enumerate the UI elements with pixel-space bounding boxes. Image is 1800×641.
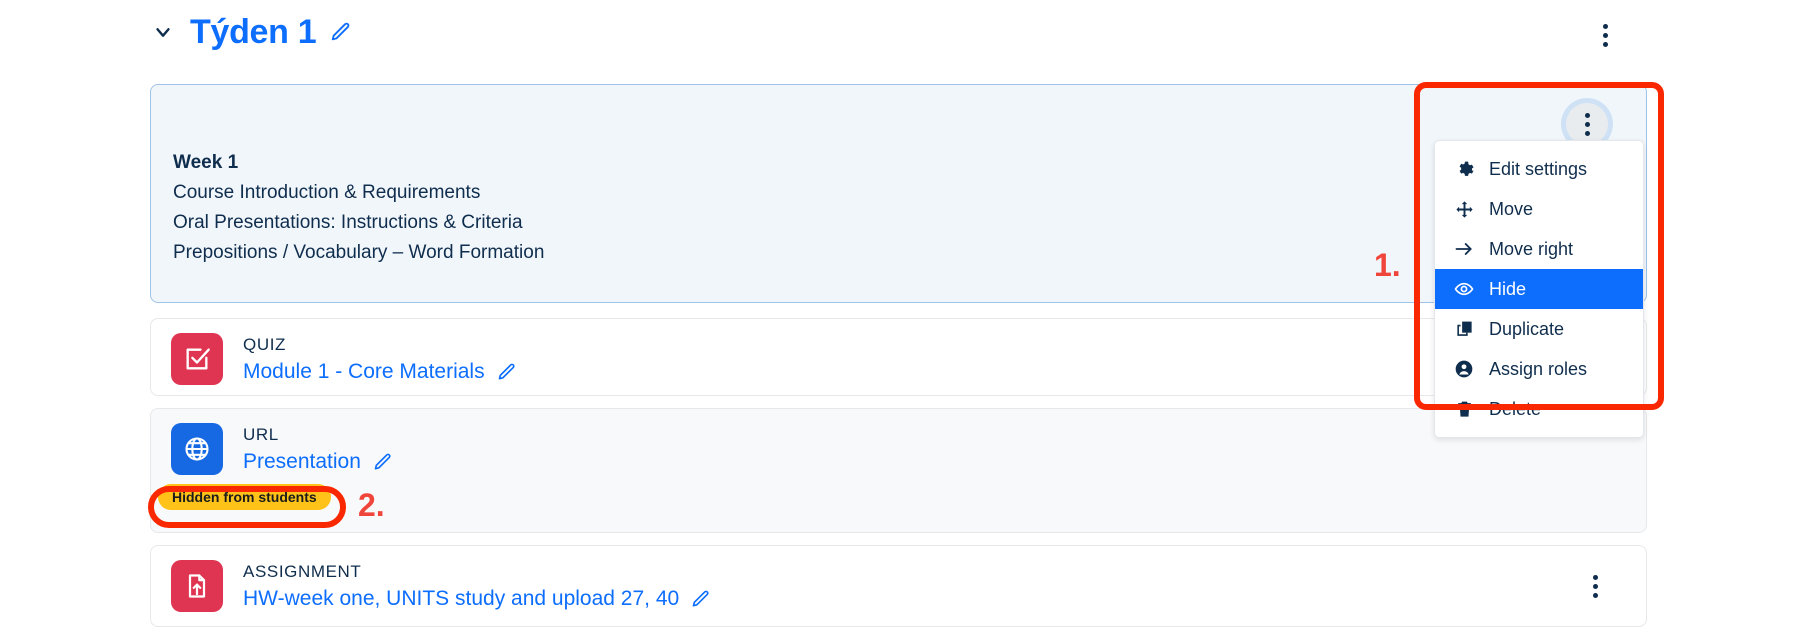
activity-content: URL Presentation xyxy=(171,423,393,476)
section-title[interactable]: Týden 1 xyxy=(190,15,317,49)
menu-item-move[interactable]: Move xyxy=(1435,189,1643,229)
section-summary-card: Week 1 Course Introduction & Requirement… xyxy=(150,84,1647,303)
activity-name-link[interactable]: Presentation xyxy=(243,448,361,476)
activity-text: ASSIGNMENT HW-week one, UNITS study and … xyxy=(243,560,711,613)
menu-item-label: Move xyxy=(1489,198,1534,219)
section-actions-dropdown[interactable]: Edit settings Move Move right Hide Dupli xyxy=(1434,140,1644,438)
globe-icon xyxy=(171,423,223,475)
pencil-icon[interactable] xyxy=(373,452,393,472)
summary-line: Course Introduction & Requirements xyxy=(173,182,481,203)
status-badge-hidden-from-students: Hidden from students xyxy=(158,484,331,510)
activity-name-row: Module 1 - Core Materials xyxy=(243,358,517,386)
activity-name-row: HW-week one, UNITS study and upload 27, … xyxy=(243,585,711,613)
activity-name-row: Presentation xyxy=(243,448,393,476)
kebab-menu-icon xyxy=(1584,112,1590,136)
activity-content: ASSIGNMENT HW-week one, UNITS study and … xyxy=(171,560,711,613)
summary-kebab-menu-button[interactable] xyxy=(1566,103,1608,145)
menu-item-label: Assign roles xyxy=(1489,358,1588,379)
menu-item-delete[interactable]: Delete xyxy=(1435,389,1643,429)
activity-kebab-menu-button[interactable] xyxy=(1578,569,1612,603)
summary-line: Oral Presentations: Instructions & Crite… xyxy=(173,212,523,233)
section-header: Týden 1 xyxy=(150,8,352,56)
annotation-number-1: 1. xyxy=(1374,247,1401,283)
assignment-upload-icon xyxy=(171,560,223,612)
person-icon xyxy=(1453,358,1475,380)
menu-item-label: Move right xyxy=(1489,238,1574,259)
menu-item-assign-roles[interactable]: Assign roles xyxy=(1435,349,1643,389)
activity-content: QUIZ Module 1 - Core Materials xyxy=(171,333,517,386)
course-section-page: Týden 1 Week 1 Course Introduction & Req… xyxy=(0,0,1800,641)
activity-card-quiz: QUIZ Module 1 - Core Materials xyxy=(150,318,1647,396)
menu-item-label: Delete xyxy=(1489,398,1542,419)
summary-line: Prepositions / Vocabulary – Word Formati… xyxy=(173,242,545,263)
menu-item-hide[interactable]: Hide xyxy=(1435,269,1643,309)
menu-item-move-right[interactable]: Move right xyxy=(1435,229,1643,269)
status-badge-wrap: Hidden from students xyxy=(158,484,331,510)
pencil-icon[interactable] xyxy=(330,21,352,43)
menu-item-label: Duplicate xyxy=(1489,318,1565,339)
arrow-right-icon xyxy=(1453,238,1475,260)
menu-item-label: Edit settings xyxy=(1489,158,1588,179)
activity-type-label: QUIZ xyxy=(243,335,287,354)
trash-icon xyxy=(1453,398,1475,420)
move-arrows-icon xyxy=(1453,198,1475,220)
section-summary-text: Week 1 Course Introduction & Requirement… xyxy=(173,148,544,268)
menu-item-label: Hide xyxy=(1489,278,1527,299)
activity-name-link[interactable]: Module 1 - Core Materials xyxy=(243,358,485,386)
gear-icon xyxy=(1453,158,1475,180)
activity-name-link[interactable]: HW-week one, UNITS study and upload 27, … xyxy=(243,585,679,613)
activity-type-label: URL xyxy=(243,425,279,444)
kebab-menu-icon xyxy=(1602,23,1608,47)
pencil-icon[interactable] xyxy=(691,589,711,609)
eye-icon xyxy=(1453,278,1475,300)
activity-text: URL Presentation xyxy=(243,423,393,476)
chevron-down-icon[interactable] xyxy=(150,19,176,45)
quiz-checkbox-icon xyxy=(171,333,223,385)
annotation-number-2: 2. xyxy=(358,487,385,523)
pencil-icon[interactable] xyxy=(497,362,517,382)
section-kebab-menu-icon[interactable] xyxy=(1588,18,1622,52)
copy-icon xyxy=(1453,318,1475,340)
summary-line: Week 1 xyxy=(173,152,239,173)
activity-type-label: ASSIGNMENT xyxy=(243,562,362,581)
kebab-menu-icon xyxy=(1592,574,1598,598)
menu-item-duplicate[interactable]: Duplicate xyxy=(1435,309,1643,349)
activity-card-assignment: ASSIGNMENT HW-week one, UNITS study and … xyxy=(150,545,1647,627)
activity-text: QUIZ Module 1 - Core Materials xyxy=(243,333,517,386)
menu-item-edit-settings[interactable]: Edit settings xyxy=(1435,149,1643,189)
